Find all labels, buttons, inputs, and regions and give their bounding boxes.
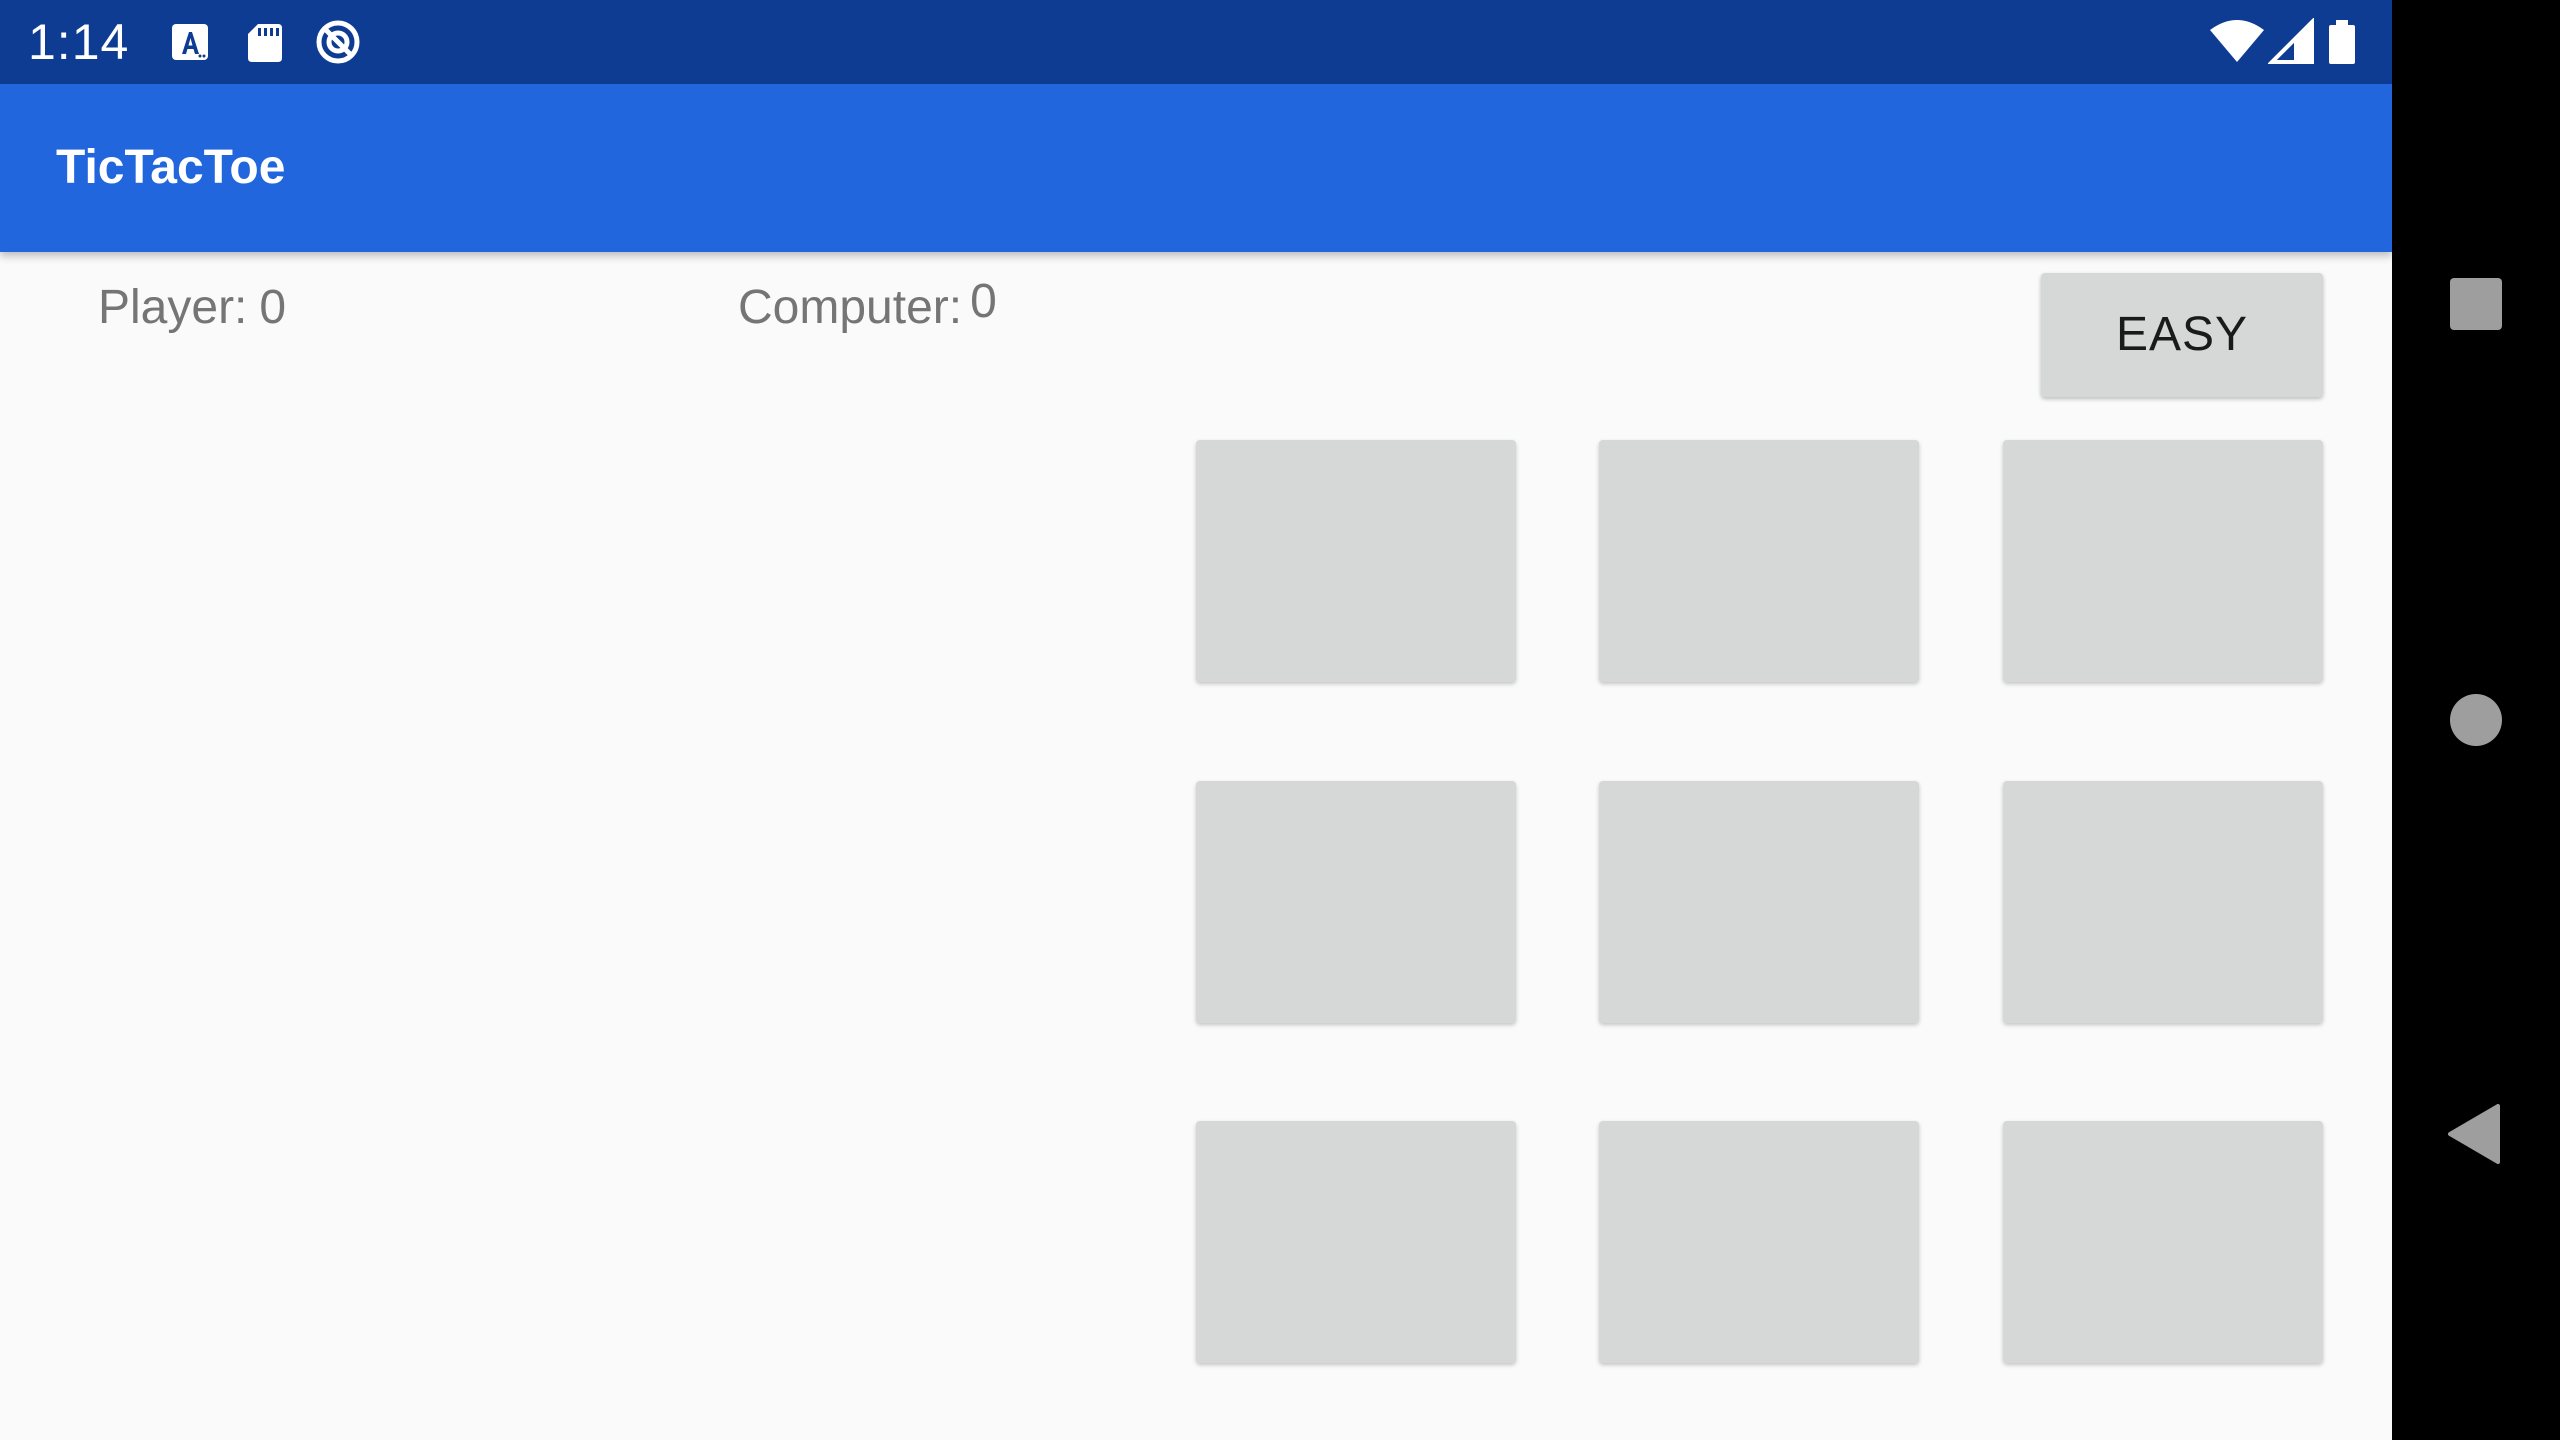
back-triangle-icon	[2448, 1104, 2500, 1164]
wifi-icon	[2208, 18, 2266, 66]
signal-icon	[2268, 18, 2316, 66]
a-notification-icon	[166, 18, 214, 66]
app-bar: TicTacToe	[0, 84, 2392, 252]
battery-icon	[2324, 18, 2360, 66]
computer-score: Computer: 0	[738, 275, 997, 338]
sd-card-icon	[240, 18, 288, 66]
recents-button[interactable]	[2426, 254, 2526, 354]
computer-score-value: 0	[970, 275, 997, 328]
back-button[interactable]	[2426, 1084, 2526, 1184]
app-screen: 1:14 TicTacToe Player: 0 Computer: 0 EAS…	[0, 0, 2392, 1440]
navigation-bar	[2392, 0, 2560, 1440]
board-cell-2[interactable]	[1599, 440, 1919, 682]
circle-icon	[2450, 694, 2502, 746]
status-bar: 1:14	[0, 0, 2392, 84]
board-cell-7[interactable]	[1196, 1121, 1516, 1363]
player-score: Player: 0	[98, 278, 286, 338]
board-cell-8[interactable]	[1599, 1121, 1919, 1363]
board-cell-3[interactable]	[2003, 440, 2323, 682]
player-score-value: 0	[259, 281, 287, 334]
square-icon	[2450, 278, 2502, 330]
board-cell-1[interactable]	[1196, 440, 1516, 682]
computer-score-label: Computer:	[738, 281, 963, 334]
board-cell-6[interactable]	[2003, 781, 2323, 1023]
board-cell-9[interactable]	[2003, 1121, 2323, 1363]
status-time: 1:14	[28, 14, 130, 70]
board-cell-5[interactable]	[1599, 781, 1919, 1023]
board-cell-4[interactable]	[1196, 781, 1516, 1023]
no-disturb-icon	[314, 18, 362, 66]
app-title: TicTacToe	[56, 141, 286, 194]
difficulty-button[interactable]: EASY	[2041, 273, 2323, 397]
player-score-label: Player:	[98, 281, 248, 334]
home-button[interactable]	[2426, 670, 2526, 770]
